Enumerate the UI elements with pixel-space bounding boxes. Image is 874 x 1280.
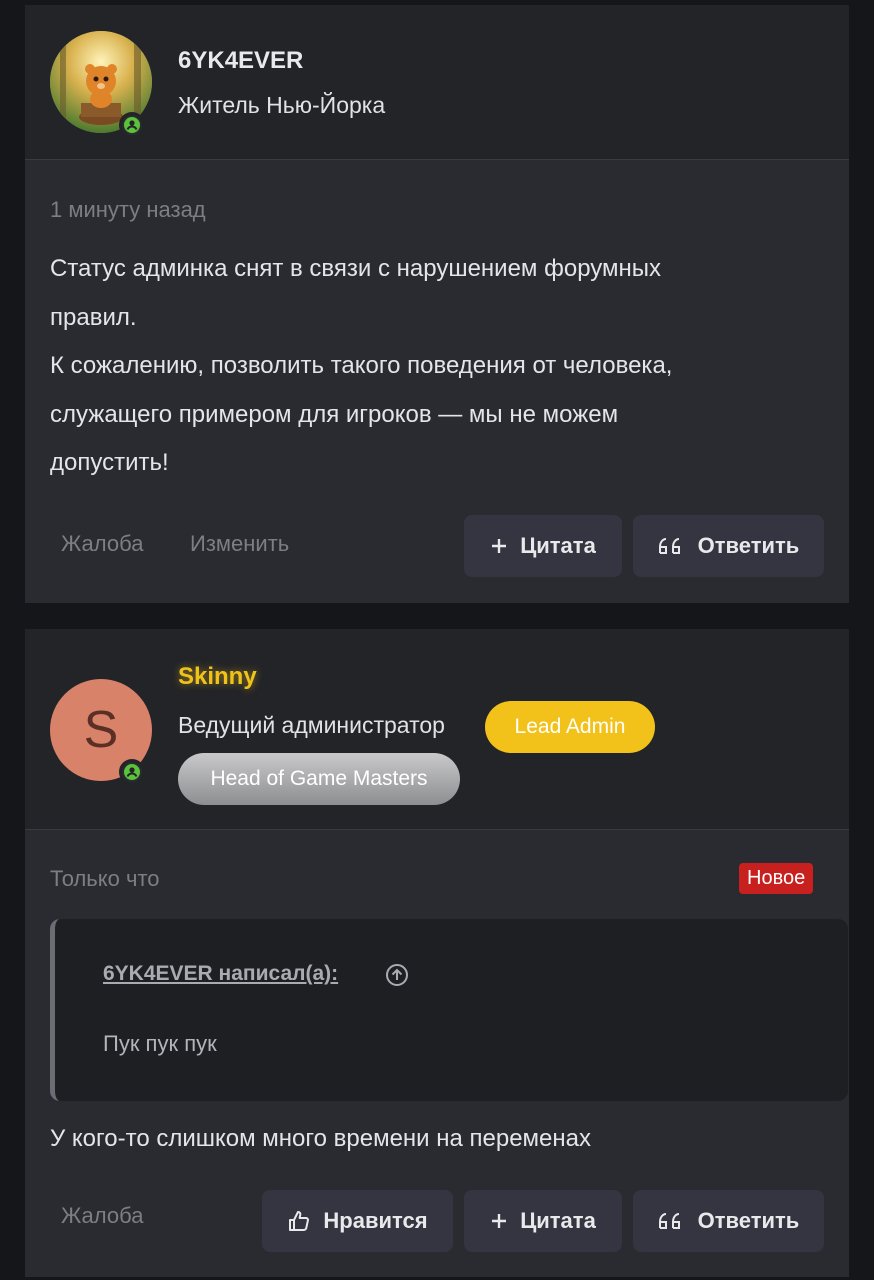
user-title: Ведущий администратор [178,712,445,738]
message-line: Статус админка снят в связи с нарушением… [50,255,662,282]
like-button[interactable]: Нравится [262,1190,453,1252]
quote-button[interactable]: Цитата [464,515,622,577]
post-1-header: 6YK4EVER Житель Нью-Йорка [25,5,849,160]
online-status-icon [119,112,145,138]
username[interactable]: Skinny [178,663,257,691]
message-line: К сожалению, позволить такого поведения … [50,352,673,379]
thumbs-up-icon [287,1209,311,1233]
quote-text: Пук пук пук [103,1031,217,1056]
reply-button-label: Ответить [697,533,800,558]
quote-marks-icon [658,537,686,555]
quote-marks-icon [658,1212,686,1230]
quote-button-label: Цитата [520,533,596,558]
post-message: Статус админка снят в связи с нарушением… [50,245,810,488]
quote-button-label: Цитата [520,1208,596,1233]
plus-icon [490,1212,508,1230]
user-title: Житель Нью-Йорка [178,92,386,118]
plus-icon [490,537,508,555]
post-1: 6YK4EVER Житель Нью-Йорка 1 минуту назад… [25,5,849,603]
post-1-body: 1 минуту назад Статус админка снят в свя… [25,160,849,603]
message-line: правил. [50,303,137,331]
game-masters-badge: Head of Game Masters [178,753,460,805]
reply-button[interactable]: Ответить [633,515,824,577]
like-button-label: Нравится [323,1208,428,1233]
username[interactable]: 6YK4EVER [178,47,303,75]
quote-block: 6YK4EVER написал(а): Пук пук пук [50,919,848,1101]
reply-button-label: Ответить [697,1208,800,1233]
report-link[interactable]: Жалоба [61,1203,143,1229]
post-2: S Skinny Ведущий администратор Lead Admi… [25,629,849,1277]
post-2-body: Только что Новое 6YK4EVER написал(а): Пу… [25,830,849,1277]
post-2-header: S Skinny Ведущий администратор Lead Admi… [25,629,849,830]
quote-author-link[interactable]: 6YK4EVER написал(а): [103,962,338,986]
post-message: У кого-то слишком много времени на перем… [50,1125,592,1152]
arrow-up-circle-icon[interactable] [385,963,409,992]
online-status-icon [119,759,145,785]
new-badge: Новое [739,863,814,894]
quote-button[interactable]: Цитата [464,1190,622,1252]
message-line: служащего примером для игроков — мы не м… [50,400,619,428]
reply-button[interactable]: Ответить [633,1190,824,1252]
post-timestamp[interactable]: Только что [50,866,160,892]
lead-admin-badge: Lead Admin [485,701,655,753]
report-link[interactable]: Жалоба [61,531,143,557]
post-timestamp[interactable]: 1 минуту назад [50,197,206,223]
edit-link[interactable]: Изменить [190,531,289,557]
message-line: допустить! [50,449,169,476]
